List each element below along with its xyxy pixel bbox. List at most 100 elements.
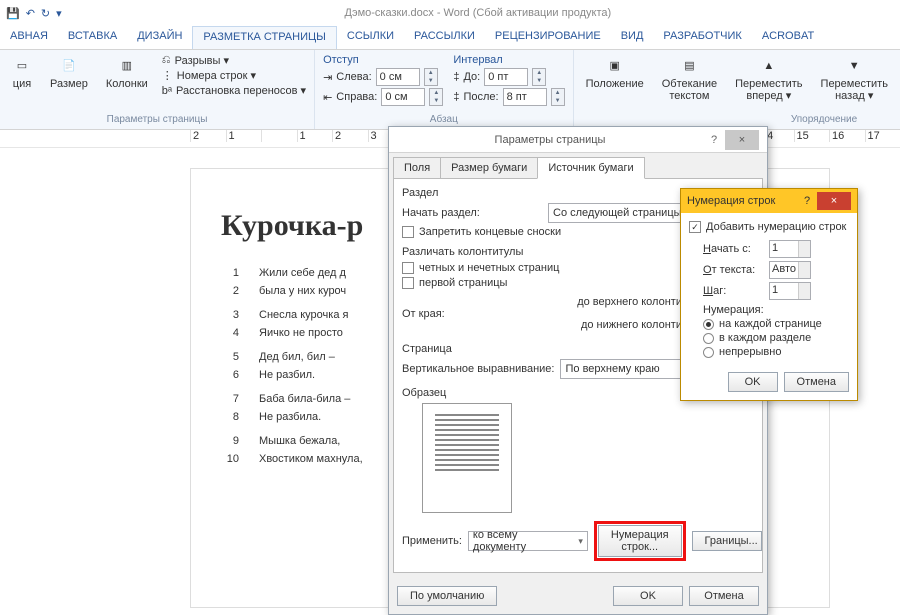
apply-to-select[interactable]: ко всему документу [468, 531, 588, 551]
size-button[interactable]: 📄Размер [46, 54, 92, 97]
preview-thumbnail [422, 403, 512, 513]
line-text: Не разбил. [259, 369, 315, 381]
columns-button[interactable]: ▥Колонки [102, 54, 152, 97]
checkbox-icon [402, 226, 414, 238]
spacing-after-input[interactable] [503, 88, 547, 106]
position-icon: ▣ [605, 56, 625, 76]
highlight-annotation: Нумерация строк... [594, 521, 686, 561]
ok-button[interactable]: OK [728, 372, 778, 392]
from-text-input[interactable]: Авто [769, 261, 811, 279]
line-number: 1 [221, 267, 239, 279]
tab-references[interactable]: ССЫЛКИ [337, 26, 404, 49]
hyphenation-menu[interactable]: bᵃРасстановка переносов ▾ [162, 84, 306, 97]
restart-each-page-radio[interactable]: на каждой странице [703, 318, 849, 330]
restart-each-section-radio[interactable]: в каждом разделе [703, 332, 849, 344]
ruler-mark: 1 [226, 130, 262, 142]
line-numbers-icon: ⋮ [162, 69, 173, 82]
indent-left[interactable]: ⇥Слева:▲▼ [323, 68, 443, 86]
cancel-button[interactable]: Отмена [689, 586, 759, 606]
dialog-tab-layout[interactable]: Источник бумаги [537, 157, 644, 179]
spacing-before-input[interactable] [484, 68, 528, 86]
section-start-label: Начать раздел: [402, 207, 542, 219]
line-number: 2 [221, 285, 239, 297]
section-start-select[interactable]: Со следующей страницы [548, 203, 701, 223]
ruler-mark [261, 130, 297, 142]
redo-icon[interactable]: ↻ [41, 7, 50, 20]
breaks-menu[interactable]: ⎌Разрывы ▾ [162, 54, 306, 67]
line-numbers-button[interactable]: Нумерация строк... [598, 525, 682, 557]
tab-insert[interactable]: ВСТАВКА [58, 26, 127, 49]
tab-view[interactable]: ВИД [611, 26, 654, 49]
save-icon[interactable]: 💾 [6, 7, 20, 20]
help-icon[interactable]: ? [703, 134, 725, 146]
dialog-tabs: Поля Размер бумаги Источник бумаги [389, 153, 767, 179]
ruler-mark: 2 [190, 130, 226, 142]
borders-button[interactable]: Границы... [692, 531, 762, 551]
undo-icon[interactable]: ↶ [26, 7, 35, 20]
tab-acrobat[interactable]: ACROBAT [752, 26, 824, 49]
dialog-tab-margins[interactable]: Поля [393, 157, 441, 179]
indent-right[interactable]: ⇤Справа:▲▼ [323, 88, 443, 106]
tab-developer[interactable]: РАЗРАБОТЧИК [653, 26, 751, 49]
line-text: Хвостиком махнула, [259, 453, 363, 465]
close-icon[interactable]: × [725, 130, 759, 150]
add-line-numbering-checkbox[interactable]: ✓Добавить нумерацию строк [689, 221, 849, 233]
count-by-input[interactable]: 1 [769, 282, 811, 300]
tab-page-layout[interactable]: РАЗМЕТКА СТРАНИЦЫ [192, 26, 336, 49]
orientation-button[interactable]: ▭ция [8, 54, 36, 97]
start-at-input[interactable]: 1 [769, 240, 811, 258]
line-numbers-menu[interactable]: ⋮Номера строк ▾ [162, 69, 306, 82]
stepper-arrows[interactable]: ▲▼ [429, 88, 443, 106]
send-backward-button[interactable]: ▼Переместить назад ▾ [817, 54, 892, 104]
indent-right-input[interactable] [381, 88, 425, 106]
line-numbers-dialog: Нумерация строк ? × ✓Добавить нумерацию … [680, 188, 858, 401]
stepper-arrows[interactable]: ▲▼ [532, 68, 546, 86]
tab-home[interactable]: АВНАЯ [0, 26, 58, 49]
bring-forward-button[interactable]: ▲Переместить вперед ▾ [731, 54, 806, 104]
line-text: Яичко не просто [259, 327, 343, 339]
checkbox-icon [402, 277, 414, 289]
dialog2-title: Нумерация строк [687, 195, 797, 207]
ruler-mark: 1 [297, 130, 333, 142]
ruler-mark: 15 [794, 130, 830, 142]
stepper-arrows[interactable]: ▲▼ [424, 68, 438, 86]
size-icon: 📄 [59, 56, 79, 76]
dialog-tab-paper[interactable]: Размер бумаги [440, 157, 538, 179]
group-page-setup: ▭ция 📄Размер ▥Колонки ⎌Разрывы ▾ ⋮Номера… [0, 50, 315, 129]
line-text: Дед бил, бил – [259, 351, 335, 363]
valign-select[interactable]: По верхнему краю [560, 359, 690, 379]
before-icon: ‡ [453, 71, 459, 83]
tab-design[interactable]: ДИЗАЙН [127, 26, 192, 49]
close-icon[interactable]: × [817, 192, 851, 210]
indent-right-icon: ⇤ [323, 91, 332, 104]
spacing-label: Интервал [453, 54, 564, 66]
backward-icon: ▼ [844, 56, 864, 76]
indent-left-icon: ⇥ [323, 71, 332, 84]
forward-icon: ▲ [759, 56, 779, 76]
group-label-paragraph: Абзац [323, 112, 565, 125]
ok-button[interactable]: OK [613, 586, 683, 606]
orientation-icon: ▭ [12, 56, 32, 76]
breaks-icon: ⎌ [162, 54, 171, 67]
group-paragraph: Отступ ⇥Слева:▲▼ ⇤Справа:▲▼ Интервал ‡До… [315, 50, 574, 129]
help-icon[interactable]: ? [797, 195, 817, 207]
cancel-button[interactable]: Отмена [784, 372, 849, 392]
dialog2-titlebar[interactable]: Нумерация строк ? × [681, 189, 857, 213]
spacing-before[interactable]: ‡До:▲▼ [453, 68, 564, 86]
wrap-icon: ▤ [679, 56, 699, 76]
ruler-mark: 16 [829, 130, 865, 142]
line-text: Не разбила. [259, 411, 321, 423]
ruler-mark: 2 [332, 130, 368, 142]
line-text: была у них куроч [259, 285, 346, 297]
indent-left-input[interactable] [376, 68, 420, 86]
default-button[interactable]: По умолчанию [397, 586, 497, 606]
tab-review[interactable]: РЕЦЕНЗИРОВАНИЕ [485, 26, 611, 49]
apply-to-label: Применить: [402, 535, 462, 547]
wrap-text-button[interactable]: ▤Обтекание текстом [658, 54, 721, 104]
tab-mailings[interactable]: РАССЫЛКИ [404, 26, 485, 49]
position-button[interactable]: ▣Положение [582, 54, 648, 104]
spacing-after[interactable]: ‡После:▲▼ [453, 88, 564, 106]
dialog-titlebar[interactable]: Параметры страницы ? × [389, 127, 767, 153]
continuous-radio[interactable]: непрерывно [703, 346, 849, 358]
stepper-arrows[interactable]: ▲▼ [551, 88, 565, 106]
